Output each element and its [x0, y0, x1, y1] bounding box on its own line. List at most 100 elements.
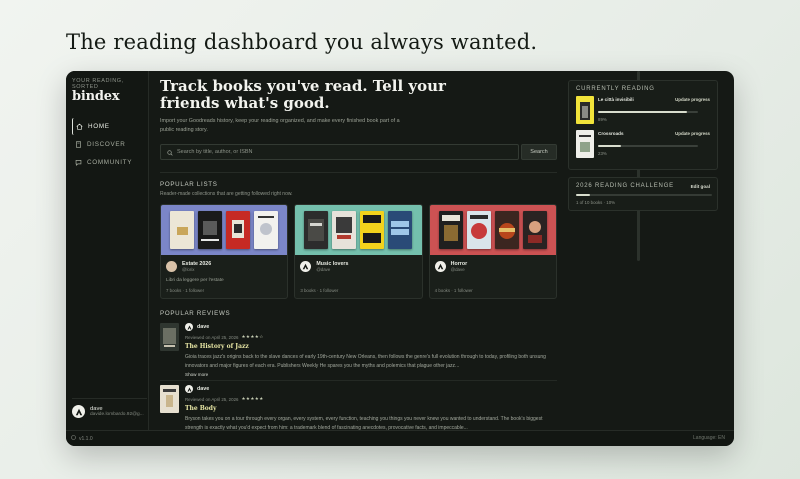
main-subtitle: Import your Goodreads history, keep your…	[160, 118, 400, 133]
sidebar-user[interactable]: dave davide.lombardo.92@g...	[72, 398, 147, 418]
list-meta: 3 books · 1 follower	[300, 288, 339, 293]
book-cover	[198, 211, 223, 249]
book-cover[interactable]	[576, 130, 594, 158]
reading-progress-bar	[598, 145, 698, 147]
review-user[interactable]: dave	[197, 386, 209, 392]
avatar	[300, 261, 312, 272]
currently-reading-item: Le città invisibili Update progress 89%	[576, 96, 710, 127]
review-text: Gioia traces jazz's origins back to the …	[185, 354, 546, 369]
book-cover	[494, 211, 519, 249]
rating-stars: ★★★★☆	[241, 334, 264, 339]
sidebar-item-label: DISCOVER	[87, 141, 126, 148]
currently-reading-item: Crossroads Update progress 23%	[576, 130, 710, 161]
book-cover	[466, 211, 491, 249]
search-input[interactable]	[177, 149, 507, 155]
book-cover	[332, 211, 357, 249]
list-meta: 7 books · 1 follower	[166, 288, 205, 293]
search-icon	[167, 143, 173, 161]
currently-reading-panel: CURRENTLY READING Le città invisibili Up…	[568, 80, 718, 170]
popular-lists-subtitle: Reader-made collections that are getting…	[160, 191, 293, 197]
app-window: YOUR READING, SORTED bindex HOME DISCOVE…	[66, 71, 734, 446]
list-handle: @dave	[450, 267, 465, 272]
reading-progress-fill	[598, 111, 687, 113]
search-box	[160, 144, 519, 160]
popular-reviews-title: POPULAR REVIEWS	[160, 310, 231, 317]
book-cover	[360, 211, 385, 249]
rating-stars: ★★★★★	[241, 396, 264, 401]
reading-progress-label: 23%	[598, 151, 607, 156]
review-book-title[interactable]: The Body	[185, 405, 555, 412]
book-cover	[226, 211, 251, 249]
sidebar: YOUR READING, SORTED bindex HOME DISCOVE…	[66, 71, 149, 430]
list-handle: @dave	[316, 267, 331, 272]
main-title: Track books you've read. Tell your frien…	[160, 77, 446, 112]
sidebar-item-community[interactable]: COMMUNITY	[72, 154, 144, 171]
avatar	[72, 405, 85, 418]
review-date: Reviewed on April 25, 2026	[185, 334, 239, 340]
avatar	[185, 323, 193, 331]
reading-book-title: Le città invisibili	[598, 97, 634, 102]
book-cover	[170, 211, 195, 249]
list-handle: @lorix	[182, 267, 195, 272]
list-cover	[429, 205, 556, 255]
challenge-status: 1 of 10 books · 10%	[576, 200, 616, 205]
currently-reading-title: CURRENTLY READING	[576, 86, 655, 92]
divider	[160, 172, 557, 173]
sidebar-item-home[interactable]: HOME	[72, 118, 144, 135]
review-item: dave Reviewed on April 25, 2026 ★★★★★ Th…	[160, 385, 557, 430]
review-date: Reviewed on April 25, 2026	[185, 396, 239, 402]
chat-icon	[75, 159, 82, 166]
app-version: v1.1.0	[79, 435, 93, 442]
avatar	[166, 261, 177, 272]
book-cover[interactable]	[160, 385, 179, 413]
edit-goal-button[interactable]: Edit goal	[691, 184, 710, 189]
review-text: Bryson takes you on a tour through every…	[185, 416, 543, 430]
app-logo[interactable]: bindex	[72, 89, 120, 104]
challenge-progress-fill	[576, 194, 590, 196]
language-selector[interactable]: Language: EN	[693, 435, 725, 441]
page-headline: The reading dashboard you always wanted.	[66, 30, 538, 54]
book-cover	[522, 211, 547, 249]
update-progress-button[interactable]: Update progress	[675, 131, 710, 136]
home-icon	[76, 123, 83, 130]
user-email: davide.lombardo.92@g...	[90, 412, 144, 417]
avatar	[185, 385, 193, 393]
sidebar-nav: HOME DISCOVER COMMUNITY	[72, 118, 144, 172]
list-cover	[295, 205, 422, 255]
book-icon	[75, 141, 82, 148]
challenge-progress-bar	[576, 194, 712, 196]
review-book-title[interactable]: The History of Jazz	[185, 343, 555, 350]
list-card-estate[interactable]: Estate 2026 @lorix Libri da leggere per …	[160, 204, 289, 299]
review-item: dave Reviewed on April 25, 2026 ★★★★☆ Th…	[160, 323, 557, 381]
book-cover[interactable]	[576, 96, 594, 124]
popular-lists: Estate 2026 @lorix Libri da leggere per …	[160, 204, 557, 299]
reading-challenge-panel: 2026 READING CHALLENGE Edit goal 1 of 10…	[568, 177, 718, 211]
reading-progress-fill	[598, 145, 621, 147]
right-panel: CURRENTLY READING Le città invisibili Up…	[568, 80, 718, 218]
list-description: Libri da leggere per l'estate	[166, 278, 224, 283]
book-cover	[254, 211, 279, 249]
book-cover[interactable]	[160, 323, 179, 351]
update-progress-button[interactable]: Update progress	[675, 97, 710, 102]
list-card-music-lovers[interactable]: Music lovers @dave 3 books · 1 follower	[294, 204, 423, 299]
book-cover	[388, 211, 413, 249]
app-footer: v1.1.0 Language: EN	[66, 430, 734, 446]
popular-lists-title: POPULAR LISTS	[160, 181, 218, 188]
book-cover	[438, 211, 463, 249]
show-more-button[interactable]: Show more	[185, 372, 555, 377]
github-icon[interactable]	[71, 435, 76, 442]
review-user[interactable]: dave	[197, 324, 209, 330]
reading-challenge-title: 2026 READING CHALLENGE	[576, 183, 674, 189]
sidebar-item-label: COMMUNITY	[87, 159, 133, 166]
list-card-horror[interactable]: Horror @dave 4 books · 1 follower	[428, 204, 557, 299]
avatar	[434, 261, 446, 272]
search-button[interactable]: Search	[521, 144, 557, 160]
reading-book-title: Crossroads	[598, 131, 624, 136]
list-meta: 4 books · 1 follower	[434, 288, 473, 293]
sidebar-item-discover[interactable]: DISCOVER	[72, 136, 144, 153]
popular-reviews: dave Reviewed on April 25, 2026 ★★★★☆ Th…	[160, 323, 557, 430]
reading-progress-label: 89%	[598, 117, 607, 122]
sidebar-item-label: HOME	[88, 123, 110, 130]
reading-progress-bar	[598, 111, 698, 113]
book-cover	[304, 211, 329, 249]
